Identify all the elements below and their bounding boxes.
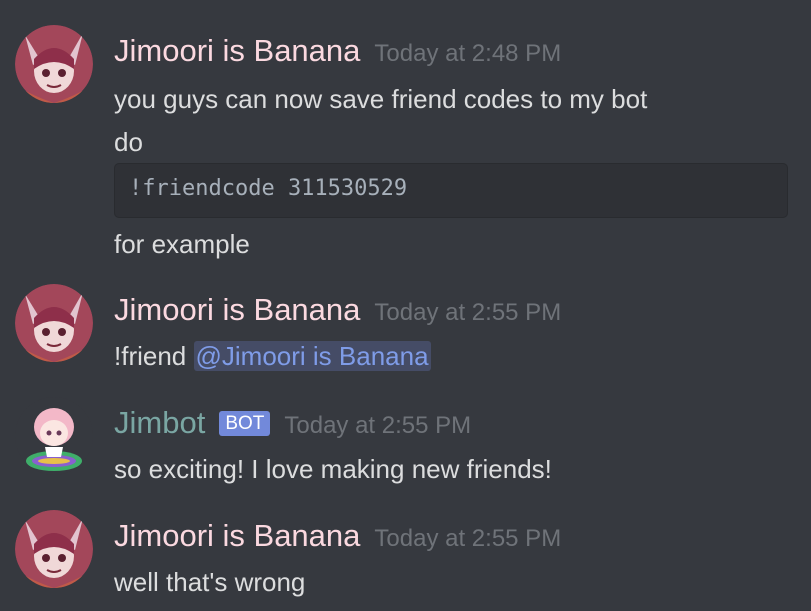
message-header: Jimoori is Banana Today at 2:48 PM xyxy=(114,33,561,69)
message-text: you guys can now save friend codes to my… xyxy=(114,84,648,114)
message-header: Jimbot BOT Today at 2:55 PM xyxy=(114,405,471,441)
code-block: !friendcode 311530529 xyxy=(114,163,788,218)
username[interactable]: Jimoori is Banana xyxy=(114,518,360,554)
user-avatar-icon[interactable] xyxy=(15,284,93,362)
timestamp: Today at 2:55 PM xyxy=(374,525,562,552)
timestamp: Today at 2:48 PM xyxy=(374,40,562,67)
user-mention[interactable]: @Jimoori is Banana xyxy=(193,341,431,371)
message-text: so exciting! I love making new friends! xyxy=(114,454,552,484)
username[interactable]: Jimoori is Banana xyxy=(114,292,360,328)
timestamp: Today at 2:55 PM xyxy=(284,412,472,439)
user-avatar-icon[interactable] xyxy=(15,25,93,103)
timestamp: Today at 2:55 PM xyxy=(374,299,562,326)
message-header: Jimoori is Banana Today at 2:55 PM xyxy=(114,518,561,554)
username[interactable]: Jimoori is Banana xyxy=(114,33,360,69)
message-text: !friend @Jimoori is Banana xyxy=(114,341,431,372)
message-text-prefix: !friend xyxy=(114,341,194,371)
code-text: !friendcode 311530529 xyxy=(129,176,408,201)
user-avatar-icon[interactable] xyxy=(15,510,93,588)
message-header: Jimoori is Banana Today at 2:55 PM xyxy=(114,292,561,328)
message-text: well that's wrong xyxy=(114,567,306,597)
bot-username[interactable]: Jimbot xyxy=(114,405,205,441)
message-text: for example xyxy=(114,229,250,259)
message-text: do xyxy=(114,127,143,157)
bot-tag-badge: BOT xyxy=(219,411,271,436)
bot-avatar-icon[interactable] xyxy=(15,397,93,475)
